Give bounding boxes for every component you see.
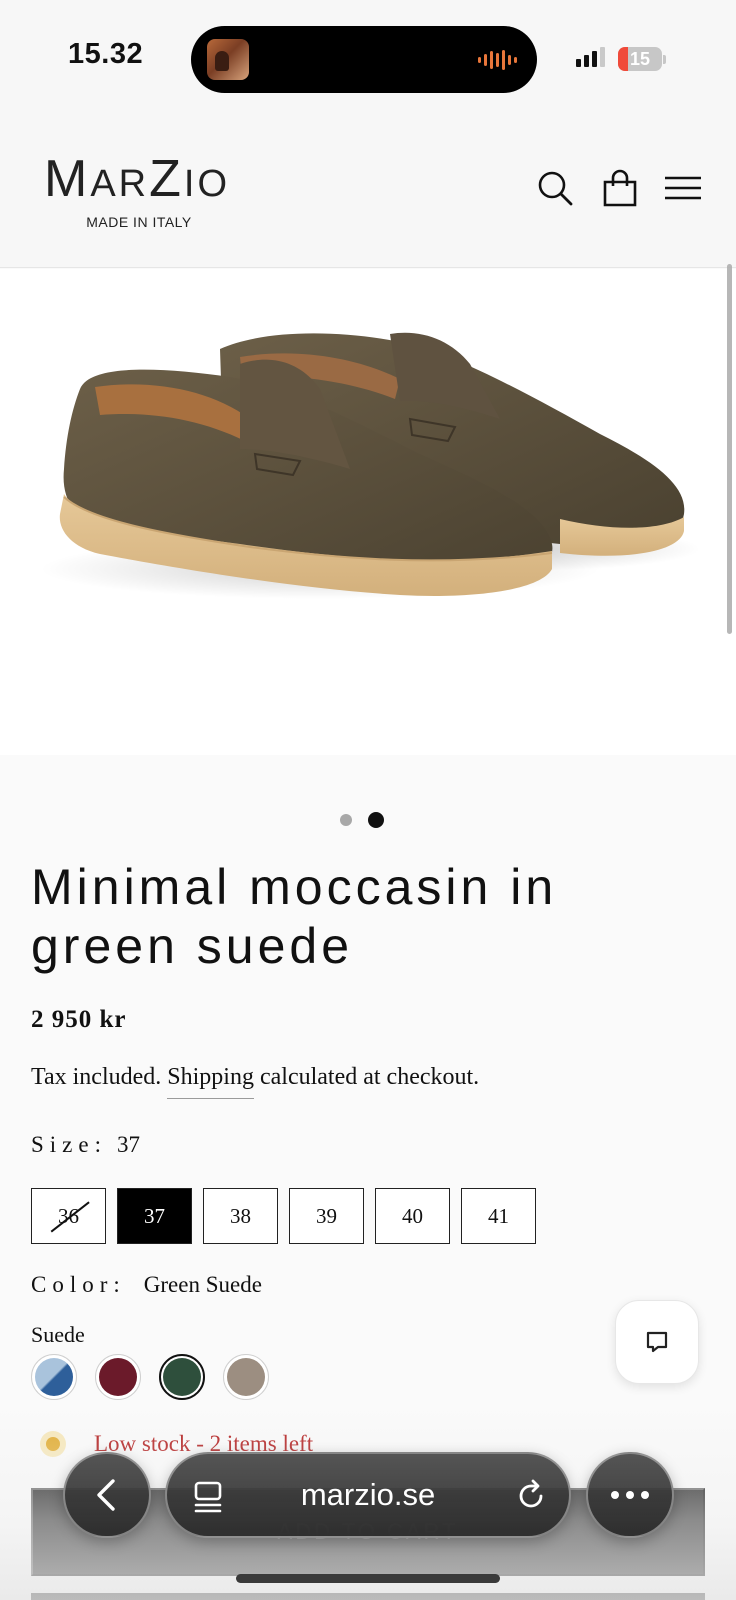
size-selector: 36 37 38 39 40 41 bbox=[31, 1188, 536, 1244]
search-icon[interactable] bbox=[535, 168, 575, 208]
size-option-38[interactable]: 38 bbox=[203, 1188, 278, 1244]
size-option-40[interactable]: 40 bbox=[375, 1188, 450, 1244]
back-button[interactable] bbox=[63, 1452, 151, 1538]
size-option-41[interactable]: 41 bbox=[461, 1188, 536, 1244]
more-icon-dot bbox=[611, 1491, 619, 1499]
size-option-36-soldout[interactable]: 36 bbox=[31, 1188, 106, 1244]
status-bar: 15.32 15 bbox=[0, 0, 736, 118]
color-selected-value: Green Suede bbox=[143, 1272, 262, 1297]
color-label: Color: Green Suede bbox=[31, 1272, 262, 1297]
product-title: Minimal moccasin in green suede bbox=[31, 859, 558, 974]
battery-cap bbox=[663, 55, 666, 64]
logo-wordmark: MARZIO bbox=[44, 150, 231, 208]
size-label: Size: 37 bbox=[31, 1132, 140, 1157]
tax-note: Tax included. Shipping calculated at che… bbox=[31, 1064, 480, 1099]
size-selected-value: 37 bbox=[117, 1132, 140, 1157]
swatch-taupe[interactable] bbox=[223, 1354, 269, 1400]
image-pagination bbox=[340, 812, 384, 828]
now-playing-artwork[interactable] bbox=[207, 39, 249, 80]
marzio-logo[interactable]: MARZIO MADE IN ITALY bbox=[44, 148, 244, 230]
logo-tagline: MADE IN ITALY bbox=[86, 214, 192, 231]
color-swatches bbox=[31, 1354, 269, 1400]
swatch-green-selected[interactable] bbox=[159, 1354, 205, 1400]
page-scrollbar[interactable] bbox=[727, 264, 732, 634]
pagination-dot-2-active[interactable] bbox=[368, 812, 384, 828]
product-price: 2 950 kr bbox=[31, 1006, 127, 1033]
address-bar[interactable]: marzio.se bbox=[165, 1452, 571, 1538]
home-indicator[interactable] bbox=[236, 1574, 500, 1583]
shipping-link[interactable]: Shipping bbox=[167, 1064, 254, 1099]
battery-icon: 15 bbox=[618, 47, 662, 71]
size-option-39[interactable]: 39 bbox=[289, 1188, 364, 1244]
stock-status-dot bbox=[40, 1431, 66, 1457]
more-icon-dot bbox=[641, 1491, 649, 1499]
battery-level: 15 bbox=[629, 49, 651, 69]
dynamic-island[interactable] bbox=[191, 26, 537, 93]
swatch-burgundy[interactable] bbox=[95, 1354, 141, 1400]
size-option-37-selected[interactable]: 37 bbox=[117, 1188, 192, 1244]
reload-icon[interactable] bbox=[515, 1478, 547, 1517]
back-chevron-icon bbox=[97, 1479, 115, 1511]
product-image[interactable] bbox=[0, 269, 736, 755]
material-label: Suede bbox=[31, 1322, 85, 1347]
audio-waveform-icon bbox=[478, 50, 517, 70]
cellular-signal-icon bbox=[576, 47, 605, 67]
site-header: MARZIO MADE IN ITALY bbox=[0, 118, 736, 268]
chat-button[interactable] bbox=[615, 1300, 699, 1384]
shopping-bag-icon[interactable] bbox=[600, 168, 640, 208]
url-text[interactable]: marzio.se bbox=[167, 1454, 569, 1536]
chat-bubble-icon bbox=[646, 1331, 668, 1353]
more-icon-dot bbox=[626, 1491, 634, 1499]
buy-now-button-edge[interactable] bbox=[31, 1593, 705, 1600]
more-button[interactable] bbox=[586, 1452, 674, 1538]
tax-suffix: calculated at checkout. bbox=[259, 1064, 480, 1090]
hamburger-menu-icon[interactable] bbox=[663, 168, 703, 208]
status-time: 15.32 bbox=[68, 38, 144, 70]
swatch-blue[interactable] bbox=[31, 1354, 77, 1400]
pagination-dot-1[interactable] bbox=[340, 814, 352, 826]
tax-prefix: Tax included. bbox=[31, 1064, 162, 1090]
